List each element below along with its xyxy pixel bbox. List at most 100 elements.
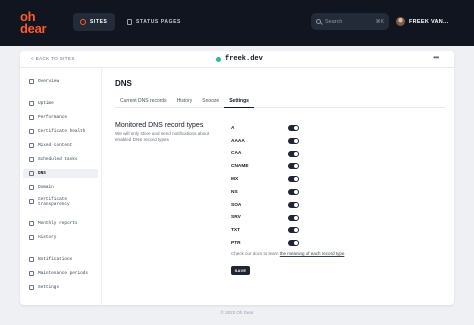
- record-row-ns: NS: [231, 186, 321, 199]
- nav-sites-label: SITES: [90, 19, 108, 25]
- site-card: < BACK TO SITES freek.dev ••• Overview U…: [20, 51, 454, 305]
- oh-dear-logo[interactable]: oh dear: [20, 10, 47, 36]
- record-row-cname: CNAME: [231, 160, 321, 173]
- page-title: DNS: [115, 79, 132, 88]
- docs-prefix: Check our docs to learn: [231, 251, 280, 256]
- top-navigation: oh dear SITES STATUS PAGES ⌘K FREEK VAN.…: [0, 0, 474, 46]
- dns-tabs: Current DNS records History Snooze Setti…: [115, 96, 445, 108]
- record-row-mx: MX: [231, 173, 321, 186]
- record-type-label: TXT: [231, 228, 241, 234]
- search-box[interactable]: ⌘K: [311, 13, 389, 30]
- record-toggle-txt[interactable]: [288, 227, 299, 234]
- shield-icon: [29, 143, 34, 148]
- save-button[interactable]: SAVE: [231, 266, 250, 275]
- nav-status-pages-label: STATUS PAGES: [136, 19, 181, 25]
- docs-link[interactable]: the meaning of each record type: [280, 251, 345, 256]
- sidebar-item-label: Performance: [38, 115, 67, 120]
- gauge-icon: [29, 115, 34, 120]
- sidebar-item-label: Notifications: [38, 257, 73, 262]
- sidebar-item-label: Certificate health: [38, 129, 86, 134]
- sites-icon: [80, 19, 86, 25]
- record-row-a: A: [231, 122, 321, 135]
- tab-settings[interactable]: Settings: [224, 96, 254, 108]
- record-type-label: A: [231, 125, 235, 131]
- record-toggle-mx[interactable]: [288, 176, 299, 183]
- tab-history[interactable]: History: [172, 96, 198, 108]
- nav-status-pages-button[interactable]: STATUS PAGES: [127, 13, 181, 31]
- sidebar-item-overview[interactable]: Overview: [23, 77, 98, 86]
- sidebar-item-label: Overview: [38, 79, 60, 84]
- record-type-label: NS: [231, 189, 238, 195]
- docs-hint: Check our docs to learn the meaning of e…: [231, 251, 346, 256]
- sidebar-item-certificate-health[interactable]: Certificate health: [23, 127, 98, 136]
- document-icon: [29, 221, 34, 226]
- sidebar-item-history[interactable]: History: [23, 233, 98, 242]
- more-options-icon[interactable]: •••: [433, 53, 439, 62]
- record-type-label: PTR: [231, 241, 241, 247]
- site-name: freek.dev: [225, 55, 263, 63]
- sidebar-item-domain[interactable]: Domain: [23, 183, 98, 192]
- sidebar-item-label: Maintenance periods: [38, 271, 89, 276]
- sidebar-item-label: Certificate transparency: [38, 196, 70, 207]
- dns-panel: DNS Current DNS records History Snooze S…: [115, 79, 445, 275]
- sidebar-item-performance[interactable]: Performance: [23, 113, 98, 122]
- record-type-list: A AAAA CAA CNAME MX NS SOA SRV TXT PTR: [231, 122, 321, 250]
- user-menu[interactable]: FREEK VAN...: [396, 13, 449, 30]
- record-toggle-caa[interactable]: [288, 150, 299, 157]
- sidebar-item-scheduled-tasks[interactable]: Scheduled tasks: [23, 155, 98, 164]
- record-toggle-aaaa[interactable]: [288, 137, 299, 144]
- user-name: FREEK VAN...: [409, 18, 449, 25]
- sidebar-item-notifications[interactable]: Notifications: [23, 255, 98, 264]
- record-type-label: SOA: [231, 202, 242, 208]
- tab-snooze[interactable]: Snooze: [197, 96, 224, 108]
- docs-suffix: .: [344, 251, 346, 256]
- sidebar-item-label: Domain: [38, 185, 54, 190]
- sidebar-item-mixed-content[interactable]: Mixed content: [23, 141, 98, 150]
- footer-copyright: © 2022 Oh Dear: [220, 310, 254, 315]
- record-row-srv: SRV: [231, 212, 321, 225]
- search-input[interactable]: [325, 18, 369, 25]
- grid-icon: [29, 79, 34, 84]
- nav-sites-button[interactable]: SITES: [73, 13, 116, 31]
- tab-current-dns-records[interactable]: Current DNS records: [115, 96, 172, 108]
- sidebar-item-label: Uptime: [38, 101, 54, 106]
- record-toggle-ptr[interactable]: [288, 240, 299, 247]
- pulse-icon: [29, 101, 34, 106]
- clock-icon: [29, 157, 34, 162]
- wrench-icon: [29, 271, 34, 276]
- record-row-caa: CAA: [231, 148, 321, 161]
- sidebar-item-settings[interactable]: Settings: [23, 283, 98, 292]
- section-description: We will only store and send notification…: [115, 131, 210, 142]
- avatar: [396, 17, 405, 26]
- sidebar-item-label: Settings: [38, 285, 60, 290]
- sidebar-item-dns[interactable]: DNS: [23, 169, 98, 178]
- sidebar-item-label: Mixed content: [38, 143, 73, 148]
- record-row-ptr: PTR: [231, 237, 321, 250]
- site-title: freek.dev: [216, 55, 263, 63]
- record-toggle-soa[interactable]: [288, 201, 299, 208]
- record-type-label: SRV: [231, 215, 241, 221]
- record-toggle-cname[interactable]: [288, 163, 299, 170]
- record-type-label: CNAME: [231, 164, 249, 170]
- bell-icon: [29, 257, 34, 262]
- section-title: Monitored DNS record types: [115, 122, 204, 129]
- record-type-label: AAAA: [231, 138, 245, 144]
- status-page-icon: [127, 19, 132, 25]
- sidebar-item-label: DNS: [38, 171, 46, 176]
- sidebar-item-uptime[interactable]: Uptime: [23, 99, 98, 108]
- globe-icon: [29, 185, 34, 190]
- sidebar-item-label: Scheduled tasks: [38, 157, 78, 162]
- sidebar-item-certificate-transparency[interactable]: Certificate transparency: [23, 196, 98, 207]
- logo-line-2: dear: [20, 21, 47, 36]
- record-toggle-srv[interactable]: [288, 214, 299, 221]
- gear-icon: [29, 285, 34, 290]
- sidebar-item-monthly-reports[interactable]: Monthly reports: [23, 219, 98, 228]
- back-to-sites-link[interactable]: < BACK TO SITES: [31, 56, 75, 61]
- sidebar-item-maintenance-periods[interactable]: Maintenance periods: [23, 269, 98, 278]
- record-row-txt: TXT: [231, 224, 321, 237]
- record-type-label: CAA: [231, 151, 242, 157]
- record-toggle-a[interactable]: [288, 125, 299, 131]
- record-toggle-ns[interactable]: [288, 188, 299, 195]
- site-sidebar: Overview Uptime Performance Certificate …: [20, 68, 102, 305]
- record-type-label: MX: [231, 177, 239, 183]
